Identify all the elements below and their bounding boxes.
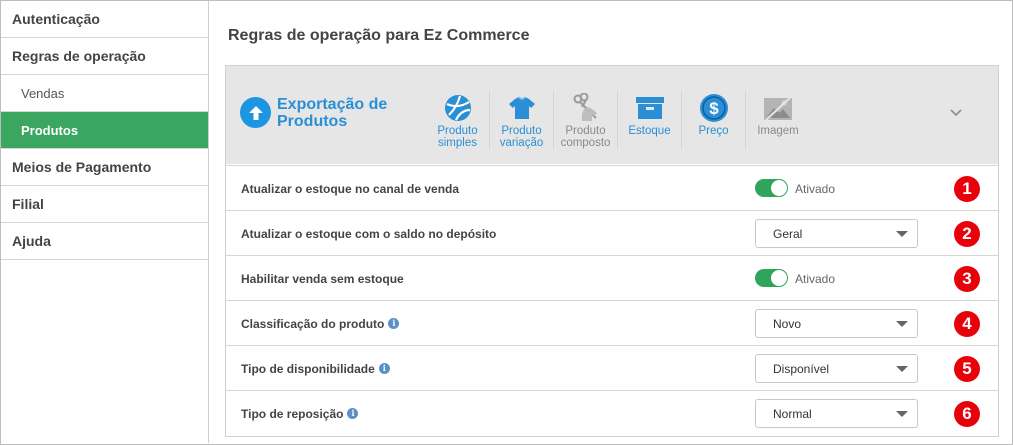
setting-label: Atualizar o estoque no canal de venda — [241, 181, 460, 196]
sidebar-item-label: Filial — [12, 196, 44, 212]
info-icon[interactable]: i — [388, 318, 400, 329]
sidebar-item-autenticacao[interactable]: Autenticação — [1, 1, 208, 38]
scissors-shirt-icon — [570, 91, 602, 125]
dollar-icon: $ — [699, 91, 729, 125]
setting-row: Classificação do produto i Novo 4 — [226, 300, 998, 345]
setting-label: Habilitar venda sem estoque — [241, 271, 404, 286]
upload-arrow-icon — [240, 97, 271, 128]
setting-label: Tipo de disponibilidade i — [241, 346, 390, 391]
toggle-knob — [771, 270, 787, 286]
select-dropdown[interactable]: Geral — [755, 219, 918, 248]
toggle-knob — [771, 180, 787, 196]
sidebar-item-ajuda[interactable]: Ajuda — [1, 223, 208, 260]
caret-down-icon — [896, 366, 908, 372]
sidebar-item-filial[interactable]: Filial — [1, 186, 208, 223]
setting-row: Habilitar venda sem estoque Ativado 3 — [226, 255, 998, 300]
sidebar-item-label: Meios de Pagamento — [12, 159, 152, 175]
number-badge: 5 — [954, 356, 980, 382]
select-value: Disponível — [773, 361, 830, 376]
info-icon[interactable]: i — [347, 408, 359, 419]
settings-panel: Exportação de Produtos Produto simples P… — [225, 65, 999, 437]
info-icon[interactable]: i — [378, 363, 390, 374]
sidebar-item-label: Ajuda — [12, 233, 51, 249]
number-badge: 4 — [954, 311, 980, 337]
type-label: Imagem — [757, 125, 799, 137]
setting-row: Atualizar o estoque no canal de venda At… — [226, 165, 998, 210]
caret-down-icon — [896, 231, 908, 237]
ball-icon — [443, 91, 473, 125]
image-icon — [762, 91, 794, 125]
type-produto-variacao[interactable]: Produto variação — [490, 91, 554, 149]
select-value: Normal — [773, 406, 812, 421]
number-badge: 1 — [954, 176, 980, 202]
toggle-switch[interactable] — [755, 269, 788, 287]
type-estoque[interactable]: Estoque — [618, 91, 682, 149]
setting-label: Atualizar o estoque com o saldo no depós… — [241, 226, 497, 241]
toggle-status: Ativado — [795, 271, 836, 286]
toggle-status: Ativado — [795, 181, 836, 196]
caret-down-icon — [896, 411, 908, 417]
setting-row: Tipo de disponibilidade i Disponível 5 — [226, 345, 998, 390]
toggle-switch[interactable] — [755, 179, 788, 197]
number-badge: 6 — [954, 401, 980, 427]
type-produto-simples[interactable]: Produto simples — [426, 91, 490, 149]
setting-row: Atualizar o estoque com o saldo no depós… — [226, 210, 998, 255]
page-title: Regras de operação para Ez Commerce — [228, 27, 530, 44]
setting-row: Tipo de reposição i Normal 6 — [226, 390, 998, 435]
sidebar-item-vendas[interactable]: Vendas — [1, 75, 208, 112]
product-type-list: Produto simples Produto variação Produto… — [426, 91, 810, 155]
type-preco[interactable]: $ Preço — [682, 91, 746, 149]
number-badge: 3 — [954, 266, 980, 292]
sidebar: Autenticação Regras de operação Vendas P… — [1, 1, 209, 443]
type-label: Produto simples — [437, 125, 478, 149]
tshirt-icon — [506, 91, 538, 125]
select-dropdown[interactable]: Normal — [755, 399, 918, 428]
export-title: Exportação de Produtos — [277, 96, 388, 130]
type-label: Estoque — [628, 125, 671, 137]
sidebar-item-label: Autenticação — [12, 11, 100, 27]
number-badge: 2 — [954, 221, 980, 247]
select-value: Geral — [773, 226, 803, 241]
select-dropdown[interactable]: Novo — [755, 309, 918, 338]
type-label: Preço — [698, 125, 729, 137]
select-dropdown[interactable]: Disponível — [755, 354, 918, 383]
sidebar-item-label: Regras de operação — [12, 48, 146, 64]
setting-label: Tipo de reposição i — [241, 391, 359, 436]
chevron-down-icon[interactable] — [948, 105, 964, 121]
sidebar-item-regras-de-operacao[interactable]: Regras de operação — [1, 38, 208, 75]
caret-down-icon — [896, 321, 908, 327]
export-header[interactable]: Exportação de Produtos Produto simples P… — [226, 66, 998, 164]
select-value: Novo — [773, 316, 802, 331]
type-imagem[interactable]: Imagem — [746, 91, 810, 149]
sidebar-item-label: Produtos — [21, 122, 79, 138]
sidebar-item-meios-de-pagamento[interactable]: Meios de Pagamento — [1, 149, 208, 186]
svg-text:$: $ — [709, 99, 719, 118]
box-icon — [635, 91, 665, 125]
sidebar-item-label: Vendas — [21, 85, 65, 101]
sidebar-item-produtos[interactable]: Produtos — [1, 112, 208, 149]
type-produto-composto[interactable]: Produto composto — [554, 91, 618, 149]
type-label: Produto variação — [499, 125, 544, 149]
type-label: Produto composto — [560, 125, 611, 149]
setting-label: Classificação do produto i — [241, 301, 400, 346]
